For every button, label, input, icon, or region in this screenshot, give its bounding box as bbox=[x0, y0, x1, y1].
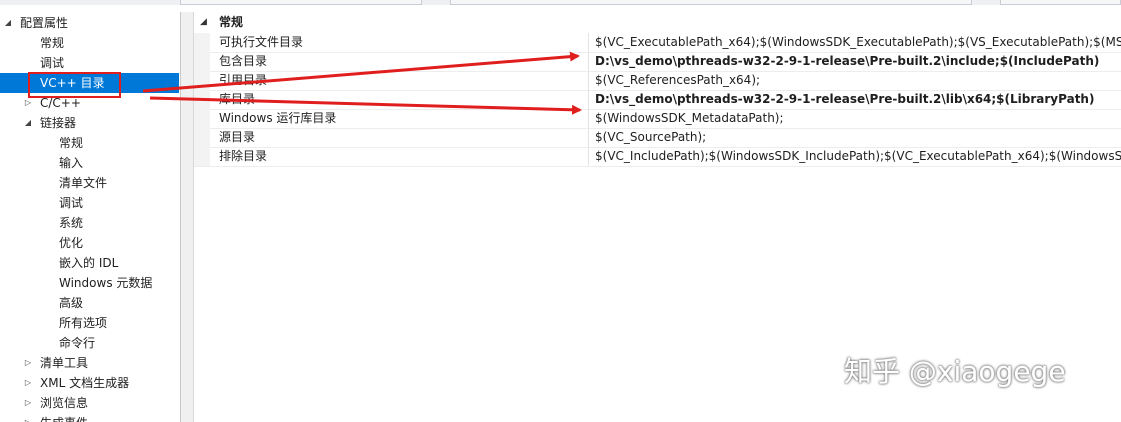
toolbar-field[interactable] bbox=[180, 0, 422, 5]
toolbar-field[interactable] bbox=[450, 0, 972, 5]
tree-item-label: 优化 bbox=[59, 236, 84, 250]
row-gutter bbox=[194, 128, 210, 147]
row-gutter bbox=[194, 71, 210, 90]
tree-item[interactable]: ▷ 清单工具 bbox=[0, 353, 179, 373]
expand-icon[interactable]: ▷ bbox=[23, 413, 33, 422]
row-gutter bbox=[194, 147, 210, 166]
tree-item-label: 嵌入的 IDL bbox=[59, 256, 119, 270]
property-tree: ◢ 配置属性 常规 调试 VC++ 目录 ▷ C/C++ ◢ 链接器 常规 输入 清单文件 调试 系统 优化… bbox=[0, 12, 181, 422]
tree-item-label: 常规 bbox=[40, 36, 65, 50]
tree-item-label: 配置属性 bbox=[20, 16, 69, 30]
property-name: Windows 运行库目录 bbox=[219, 111, 337, 125]
tree-item-label: 浏览信息 bbox=[40, 396, 89, 410]
tree-item[interactable]: Windows 元数据 bbox=[0, 273, 179, 293]
property-value[interactable]: $(VC_IncludePath);$(WindowsSDK_IncludePa… bbox=[595, 147, 1121, 166]
property-value[interactable]: D:\vs_demo\pthreads-w32-2-9-1-release\Pr… bbox=[595, 90, 1121, 109]
tree-item-label: 调试 bbox=[59, 196, 84, 210]
collapse-icon[interactable]: ◢ bbox=[23, 113, 33, 133]
tree-item[interactable]: ▷ XML 文档生成器 bbox=[0, 373, 179, 393]
property-name: 可执行文件目录 bbox=[219, 35, 304, 49]
property-row[interactable]: 源目录 $(VC_SourcePath); bbox=[194, 128, 1121, 148]
property-row[interactable]: Windows 运行库目录 $(WindowsSDK_MetadataPath); bbox=[194, 109, 1121, 129]
collapse-icon[interactable]: ◢ bbox=[3, 13, 13, 33]
column-divider[interactable] bbox=[588, 52, 589, 71]
property-value[interactable]: $(VC_ExecutablePath_x64);$(WindowsSDK_Ex… bbox=[595, 33, 1121, 52]
column-divider[interactable] bbox=[588, 147, 589, 166]
tree-item[interactable]: 常规 bbox=[0, 133, 179, 153]
tree-item[interactable]: 命令行 bbox=[0, 333, 179, 353]
column-divider[interactable] bbox=[588, 109, 589, 128]
expand-icon[interactable]: ▷ bbox=[23, 353, 33, 373]
property-name: 包含目录 bbox=[219, 54, 268, 68]
tree-item[interactable]: ◢ 配置属性 bbox=[0, 13, 179, 33]
column-divider[interactable] bbox=[588, 128, 589, 147]
tree-item-label: Windows 元数据 bbox=[59, 276, 153, 290]
expand-icon[interactable]: ▷ bbox=[23, 373, 33, 393]
property-value[interactable]: D:\vs_demo\pthreads-w32-2-9-1-release\Pr… bbox=[595, 52, 1121, 71]
tree-item[interactable]: 调试 bbox=[0, 193, 179, 213]
property-value[interactable]: $(WindowsSDK_MetadataPath); bbox=[595, 109, 1121, 128]
property-row[interactable]: 包含目录 D:\vs_demo\pthreads-w32-2-9-1-releas… bbox=[194, 52, 1121, 72]
property-row[interactable]: 可执行文件目录 $(VC_ExecutablePath_x64);$(Window… bbox=[194, 33, 1121, 53]
tree-item-label: 常规 bbox=[59, 136, 84, 150]
collapse-icon[interactable]: ◢ bbox=[200, 12, 207, 32]
tree-item-label: XML 文档生成器 bbox=[40, 376, 130, 390]
tree-item-label: 命令行 bbox=[59, 336, 96, 350]
watermark: 知乎 @xiaogege bbox=[844, 355, 1066, 388]
expand-icon[interactable]: ▷ bbox=[23, 93, 33, 113]
tree-item[interactable]: ▷ 浏览信息 bbox=[0, 393, 179, 413]
tree-item[interactable]: ▷ 生成事件 bbox=[0, 413, 179, 422]
tree-item-label: 链接器 bbox=[40, 116, 77, 130]
property-name: 引用目录 bbox=[219, 73, 268, 87]
row-gutter bbox=[194, 52, 210, 71]
tree-item-label: 高级 bbox=[59, 296, 84, 310]
property-row[interactable]: 库目录 D:\vs_demo\pthreads-w32-2-9-1-release… bbox=[194, 90, 1121, 110]
property-name: 库目录 bbox=[219, 92, 256, 106]
row-gutter bbox=[194, 90, 210, 109]
tree-item[interactable]: 系统 bbox=[0, 213, 179, 233]
tree-item[interactable]: 调试 bbox=[0, 53, 179, 73]
splitter[interactable] bbox=[181, 12, 194, 422]
property-value[interactable]: $(VC_ReferencesPath_x64); bbox=[595, 71, 1121, 90]
tree-item[interactable]: 输入 bbox=[0, 153, 179, 173]
tree-item[interactable]: VC++ 目录 bbox=[0, 73, 179, 93]
tree-item-label: 调试 bbox=[40, 56, 65, 70]
tree-item-label: 所有选项 bbox=[59, 316, 108, 330]
toolbar-field[interactable] bbox=[1000, 0, 1121, 5]
tree-item-label: 清单工具 bbox=[40, 356, 89, 370]
expand-icon[interactable]: ▷ bbox=[23, 393, 33, 413]
column-divider[interactable] bbox=[588, 90, 589, 109]
top-toolbar-strip bbox=[0, 0, 1121, 5]
tree-item[interactable]: 高级 bbox=[0, 293, 179, 313]
tree-item-label: 系统 bbox=[59, 216, 84, 230]
tree-item-label: VC++ 目录 bbox=[40, 76, 105, 90]
tree-item[interactable]: 清单文件 bbox=[0, 173, 179, 193]
row-gutter bbox=[194, 109, 210, 128]
tree-item-label: C/C++ bbox=[40, 96, 81, 110]
tree-item-label: 输入 bbox=[59, 156, 84, 170]
property-row[interactable]: 引用目录 $(VC_ReferencesPath_x64); bbox=[194, 71, 1121, 91]
tree-item-label: 生成事件 bbox=[40, 413, 88, 422]
tree-item[interactable]: ◢ 链接器 bbox=[0, 113, 179, 133]
tree-item-label: 清单文件 bbox=[59, 176, 108, 190]
row-gutter bbox=[194, 33, 210, 52]
property-name: 源目录 bbox=[219, 130, 256, 144]
column-divider[interactable] bbox=[588, 33, 589, 52]
tree-item[interactable]: 常规 bbox=[0, 33, 179, 53]
tree-item[interactable]: 优化 bbox=[0, 233, 179, 253]
tree-item[interactable]: ▷ C/C++ bbox=[0, 93, 179, 113]
property-name: 排除目录 bbox=[219, 149, 268, 163]
tree-item[interactable]: 嵌入的 IDL bbox=[0, 253, 179, 273]
tree-item[interactable]: 所有选项 bbox=[0, 313, 179, 333]
column-divider[interactable] bbox=[588, 71, 589, 90]
category-header[interactable]: ◢ 常规 bbox=[194, 12, 1121, 32]
property-value[interactable]: $(VC_SourcePath); bbox=[595, 128, 1121, 147]
category-label: 常规 bbox=[219, 15, 244, 29]
property-row[interactable]: 排除目录 $(VC_IncludePath);$(WindowsSDK_Inclu… bbox=[194, 147, 1121, 167]
